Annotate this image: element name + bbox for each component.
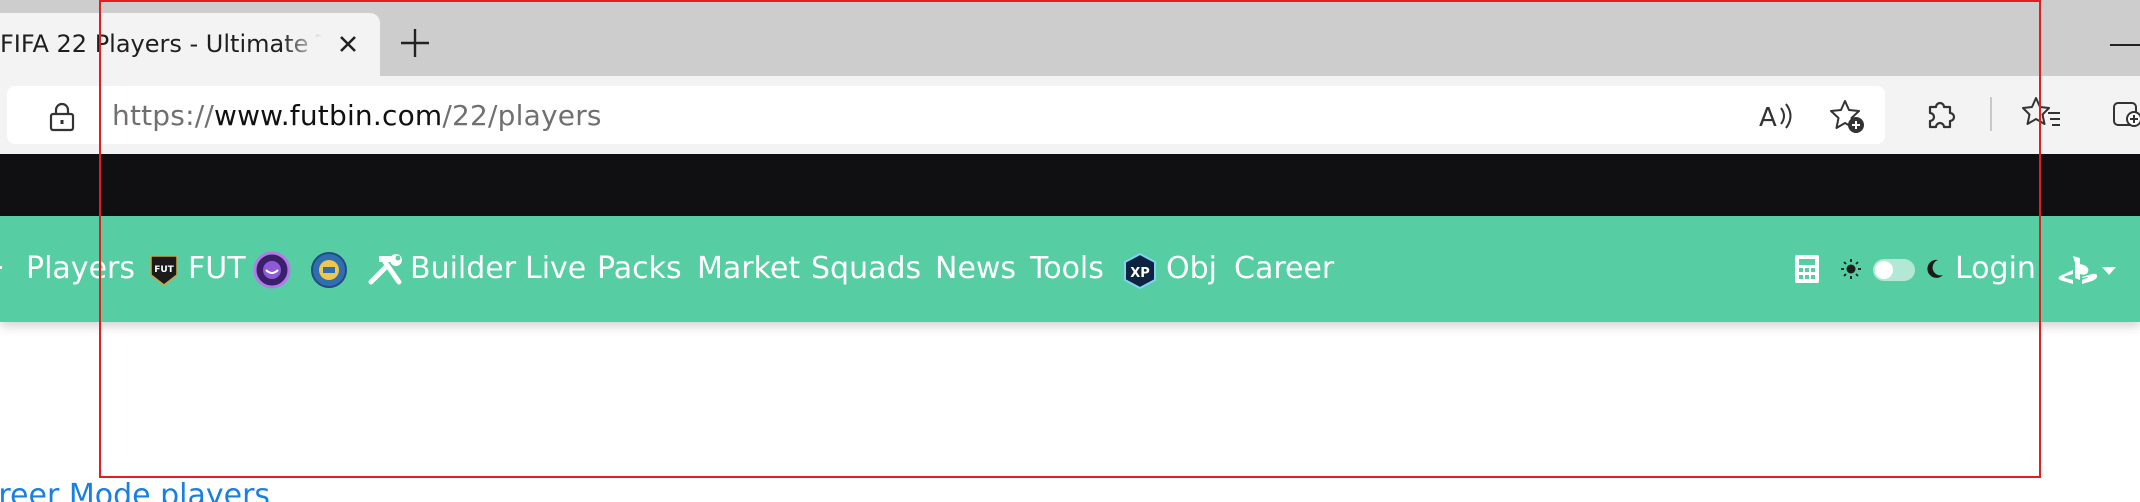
nav-live[interactable]: Live bbox=[525, 251, 586, 286]
nav-market[interactable]: Market bbox=[697, 251, 800, 286]
nav-squads[interactable]: Squads bbox=[811, 251, 921, 286]
tab-title: FIFA 22 Players - Ultimate Team FUT bbox=[0, 30, 322, 58]
nav-players[interactable]: Players bbox=[26, 251, 135, 286]
nav-edge-mark bbox=[0, 266, 2, 269]
login-link[interactable]: Login bbox=[1955, 251, 2036, 286]
url-text[interactable]: https://www.futbin.com/22/players bbox=[112, 99, 602, 132]
svg-text:A: A bbox=[1759, 103, 1777, 132]
tab-strip: FIFA 22 Players - Ultimate Team FUT bbox=[0, 0, 2140, 76]
read-aloud-icon[interactable]: A bbox=[1757, 100, 1793, 132]
new-tab-plus-icon[interactable] bbox=[398, 26, 432, 60]
career-mode-players-link[interactable]: areer Mode players bbox=[0, 478, 270, 502]
puzzle-icon[interactable] bbox=[1924, 95, 1960, 131]
add-favorite-icon[interactable] bbox=[1829, 98, 1865, 134]
nav-fut[interactable]: FUT bbox=[188, 251, 246, 286]
nav-obj[interactable]: Obj bbox=[1166, 251, 1217, 286]
site-top-bar bbox=[0, 154, 2140, 216]
sun-icon bbox=[1841, 259, 1861, 279]
lock-icon[interactable] bbox=[48, 102, 76, 132]
moon-icon bbox=[1927, 259, 1943, 278]
toolbar-divider bbox=[1990, 97, 1992, 131]
xp-badge-icon: XP bbox=[1124, 252, 1156, 290]
event-badge-icon[interactable] bbox=[253, 251, 291, 289]
close-icon[interactable] bbox=[333, 29, 363, 59]
browser-toolbar: https://www.futbin.com/22/players A bbox=[0, 76, 2140, 154]
season-badge-icon[interactable] bbox=[310, 251, 348, 289]
collections-icon[interactable] bbox=[2110, 95, 2140, 131]
chevron-down-icon[interactable] bbox=[2101, 266, 2117, 276]
nav-career[interactable]: Career bbox=[1234, 251, 1334, 286]
fut-badge-text: FUT bbox=[154, 265, 174, 275]
site-navbar: Players FUT FUT Builder Live Packs Marke… bbox=[0, 216, 2140, 322]
hammer-wrench-icon bbox=[368, 254, 402, 285]
url-path: /22/players bbox=[442, 99, 602, 132]
fut-badge-icon: FUT bbox=[150, 255, 178, 286]
minimize-icon[interactable] bbox=[2110, 44, 2140, 46]
theme-toggle-knob[interactable] bbox=[1875, 261, 1893, 279]
browser-tab[interactable]: FIFA 22 Players - Ultimate Team FUT bbox=[0, 13, 380, 76]
nav-tools[interactable]: Tools bbox=[1030, 251, 1104, 286]
xp-badge-text: XP bbox=[1130, 266, 1150, 281]
calculator-icon[interactable] bbox=[1793, 254, 1821, 284]
nav-news[interactable]: News bbox=[935, 251, 1016, 286]
url-scheme: https:// bbox=[112, 99, 214, 132]
nav-builder[interactable]: Builder bbox=[410, 251, 516, 286]
nav-packs[interactable]: Packs bbox=[597, 251, 682, 286]
favorites-icon[interactable] bbox=[2022, 95, 2062, 131]
url-domain: www.futbin.com bbox=[213, 99, 443, 132]
playstation-icon[interactable] bbox=[2055, 254, 2103, 286]
address-bar[interactable]: https://www.futbin.com/22/players A bbox=[7, 86, 1885, 144]
